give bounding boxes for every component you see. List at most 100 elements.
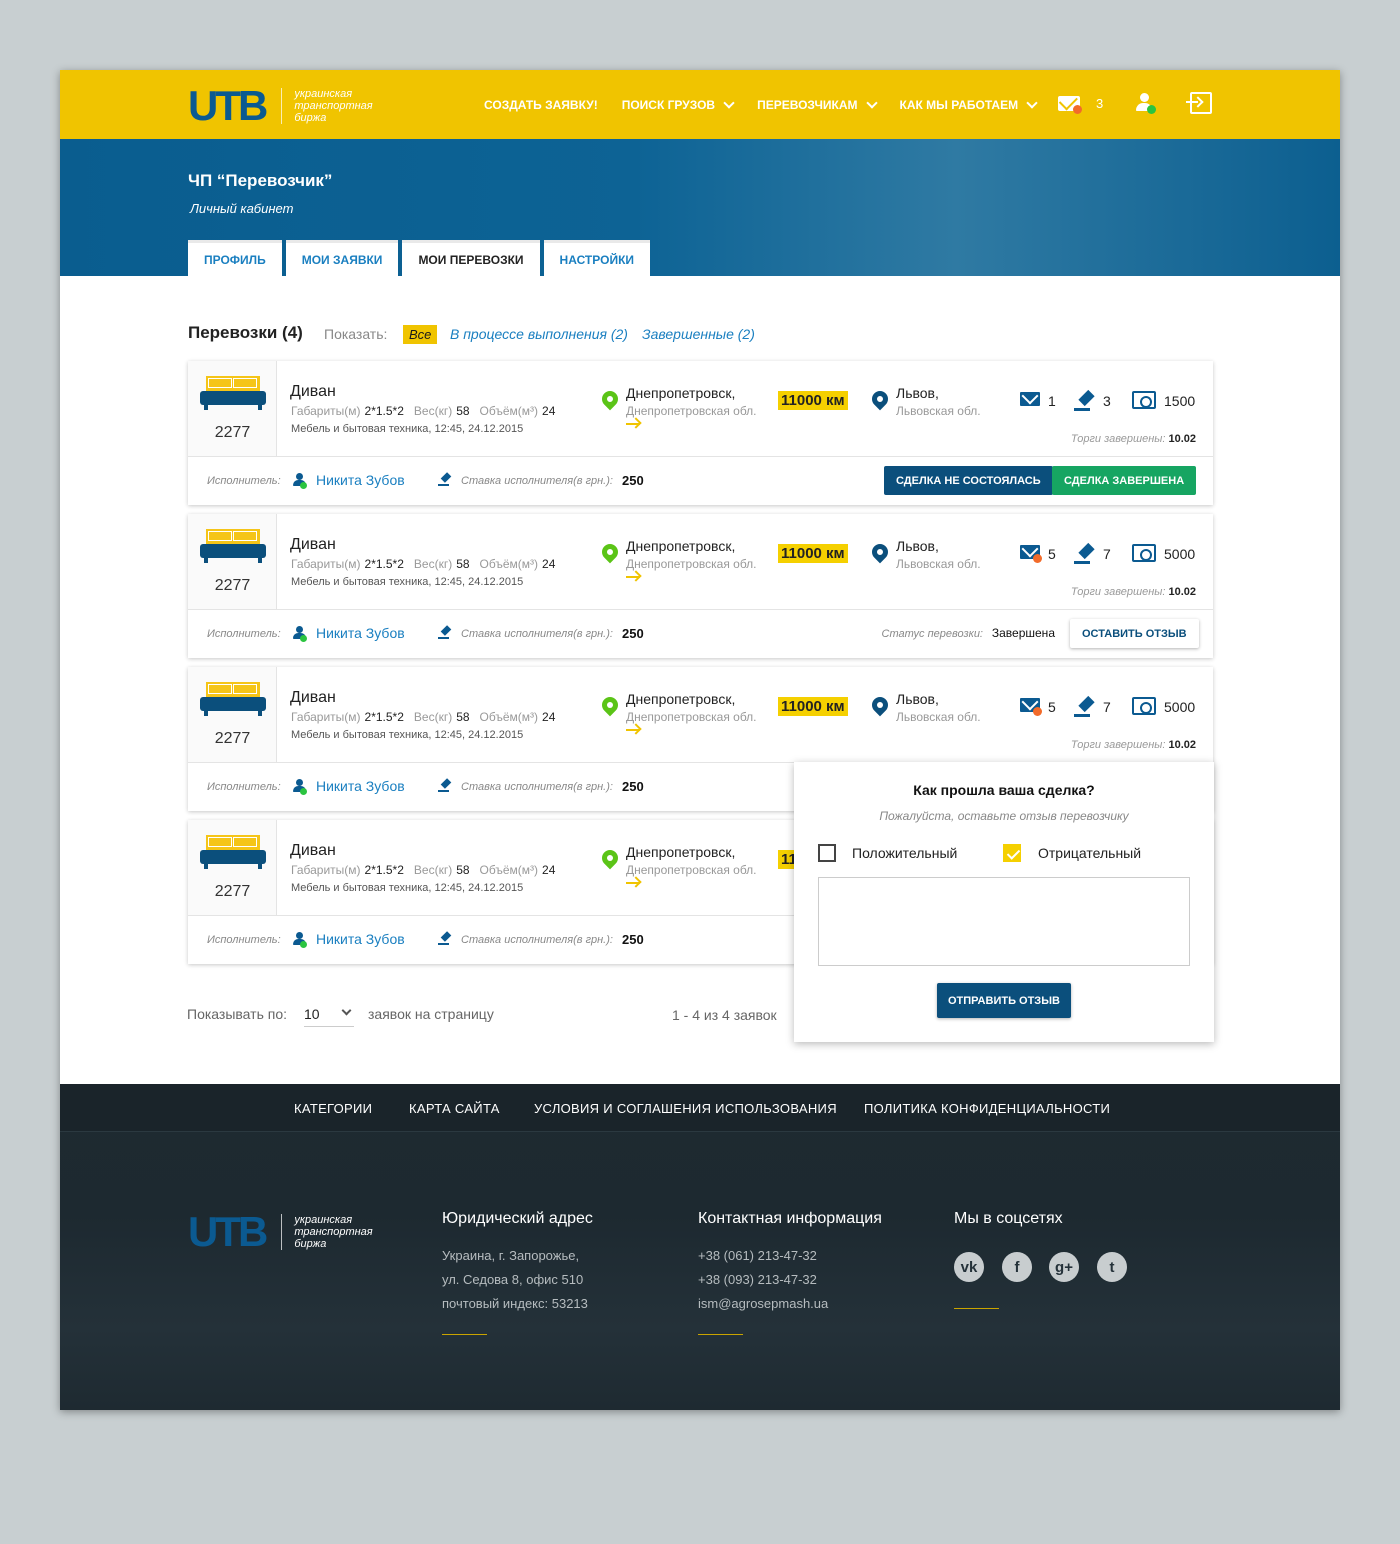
leave-review-button[interactable]: ОСТАВИТЬ ОТЗЫВ (1070, 619, 1199, 648)
negative-checkbox[interactable] (1003, 844, 1021, 862)
logo-text: украинская транспортная биржа (294, 88, 373, 124)
volume-value: 24 (542, 404, 556, 418)
logout-icon[interactable] (1186, 92, 1212, 114)
logo-text: украинская транспортная биржа (294, 1214, 373, 1250)
footer-link-privacy[interactable]: ПОЛИТИКА КОНФИДЕНЦИАЛЬНОСТИ (864, 1101, 1110, 1116)
nav-label: ПЕРЕВОЗЧИКАМ (757, 97, 858, 112)
facebook-icon[interactable]: f (1002, 1252, 1032, 1282)
destination-city: Львов, (896, 538, 939, 554)
footer-link-terms[interactable]: УСЛОВИЯ И СОГЛАШЕНИЯ ИСПОЛЬЗОВАНИЯ (534, 1101, 837, 1116)
hero-banner: ЧП “Перевозчик” Личный кабинет ПРОФИЛЬ М… (60, 139, 1340, 276)
nav-carriers[interactable]: ПЕРЕВОЗЧИКАМ (757, 96, 878, 112)
company-name: ЧП “Перевозчик” (188, 171, 333, 190)
executor-name[interactable]: Никита Зубов (316, 472, 405, 488)
online-status-dot (300, 941, 307, 948)
tab-profile[interactable]: ПРОФИЛЬ (188, 240, 282, 276)
dims-label: Габариты(м) (291, 710, 361, 724)
google-plus-icon[interactable]: g+ (1049, 1252, 1079, 1282)
destination-region: Львовская обл. (896, 557, 981, 571)
volume-label: Объём(м³) (479, 710, 539, 724)
executor-name[interactable]: Никита Зубов (316, 931, 405, 947)
origin-pin-icon (598, 540, 622, 564)
dims-value: 2*1.5*2 (364, 863, 404, 877)
phone-2[interactable]: +38 (093) 213-47-32 (698, 1272, 817, 1287)
destination-city: Львов, (896, 385, 939, 401)
cargo-specs: Габариты(м) 2*1.5*2 Вес(кг) 58 Объём(м³) 24 (291, 863, 565, 877)
positive-checkbox[interactable] (818, 844, 836, 862)
distance-badge: 11000 км (778, 391, 848, 410)
review-textarea[interactable] (818, 877, 1190, 966)
chevron-down-icon (341, 1005, 352, 1016)
status-value: Завершена (991, 626, 1055, 640)
footer-link-sitemap[interactable]: КАРТА САЙТА (409, 1101, 500, 1116)
arrow-right-icon (626, 882, 640, 884)
category-label: Мебель и бытовая техника (291, 729, 429, 741)
chevron-down-icon (1026, 96, 1038, 109)
account-tabs: ПРОФИЛЬ МОИ ЗАЯВКИ МОИ ПЕРЕВОЗКИ НАСТРОЙ… (188, 240, 654, 276)
main-nav: СОЗДАТЬ ЗАЯВКУ! ПОИСК ГРУЗОВ ПЕРЕВОЗЧИКА… (484, 70, 1060, 139)
arrow-right-icon (626, 576, 640, 578)
footer-nav: КАТЕГОРИИ КАРТА САЙТА УСЛОВИЯ И СОГЛАШЕН… (60, 1084, 1340, 1132)
submit-review-button[interactable]: ОТПРАВИТЬ ОТЗЫВ (937, 983, 1071, 1018)
bids-end-label: Торги завершены: (1070, 739, 1166, 751)
deal-completed-button[interactable]: СДЕЛКА ЗАВЕРШЕНА (1052, 466, 1197, 495)
vk-icon[interactable]: vk (954, 1252, 984, 1282)
cargo-datetime: , 12:45, 24.12.2015 (428, 423, 524, 435)
tab-settings[interactable]: НАСТРОЙКИ (543, 240, 651, 276)
rate-gavel-icon (438, 932, 452, 946)
weight-label: Вес(кг) (413, 557, 453, 571)
cargo-id: 2277 (214, 730, 251, 747)
rate-value: 250 (622, 626, 644, 641)
cargo-name: Диван (290, 536, 336, 553)
arrow-right-icon (626, 729, 640, 731)
cargo-name: Диван (290, 689, 336, 706)
filter-in-progress[interactable]: В процессе выполнения (2) (450, 326, 628, 342)
price-money-icon (1132, 544, 1156, 562)
notification-dot (1073, 105, 1082, 114)
weight-label: Вес(кг) (413, 863, 453, 877)
executor-label: Исполнитель: (207, 934, 281, 946)
filter-completed[interactable]: Завершенные (2) (642, 326, 755, 342)
messages-icon[interactable] (1020, 392, 1040, 406)
email-link[interactable]: ism@agrosepmash.ua (698, 1296, 828, 1311)
filter-all[interactable]: Все (403, 325, 438, 344)
tab-my-requests[interactable]: МОИ ЗАЯВКИ (285, 240, 399, 276)
nav-create-request[interactable]: СОЗДАТЬ ЗАЯВКУ! (484, 98, 598, 112)
mail-count: 3 (1096, 96, 1104, 111)
destination-pin-icon (868, 387, 892, 411)
nav-search-cargo[interactable]: ПОИСК ГРУЗОВ (622, 96, 735, 112)
twitter-icon[interactable]: t (1097, 1252, 1127, 1282)
footer-link-categories[interactable]: КАТЕГОРИИ (294, 1101, 372, 1116)
dims-value: 2*1.5*2 (364, 557, 404, 571)
logo-separator (281, 88, 283, 124)
top-header: UTB украинская транспортная биржа СОЗДАТ… (60, 70, 1340, 139)
weight-value: 58 (456, 863, 470, 877)
bids-count: 7 (1103, 546, 1111, 562)
weight-value: 58 (456, 404, 470, 418)
rate-label: Ставка исполнителя(в грн.): (461, 781, 613, 793)
volume-value: 24 (542, 557, 556, 571)
page-frame: UTB украинская транспортная биржа СОЗДАТ… (60, 70, 1340, 1410)
tab-my-shipments[interactable]: МОИ ПЕРЕВОЗКИ (402, 240, 540, 276)
origin-pin-icon (598, 693, 622, 717)
weight-label: Вес(кг) (413, 404, 453, 418)
executor-name[interactable]: Никита Зубов (316, 778, 405, 794)
dims-label: Габариты(м) (291, 863, 361, 877)
origin-region: Днепропетровская обл. (626, 863, 757, 877)
card-footer: Исполнитель: Никита Зубов Ставка исполните… (188, 456, 1213, 505)
per-page-select[interactable]: 10 (304, 999, 354, 1027)
arrow-right-icon (626, 423, 640, 425)
pager-suffix: заявок на страницу (368, 1006, 494, 1022)
site-logo[interactable]: UTB украинская транспортная биржа (188, 85, 384, 127)
footer-logo[interactable]: UTB украинская транспортная биржа (188, 1211, 384, 1253)
price-value: 1500 (1164, 393, 1196, 409)
nav-how-we-work[interactable]: КАК МЫ РАБОТАЕМ (900, 96, 1038, 112)
executor-label: Исполнитель: (207, 781, 281, 793)
destination-city: Львов, (896, 691, 939, 707)
executor-name[interactable]: Никита Зубов (316, 625, 405, 641)
rate-gavel-icon (438, 473, 452, 487)
notification-dot (1033, 707, 1042, 716)
rate-gavel-icon (438, 626, 452, 640)
phone-1[interactable]: +38 (061) 213-47-32 (698, 1248, 817, 1263)
deal-failed-button[interactable]: СДЕЛКА НЕ СОСТОЯЛАСЬ (884, 466, 1053, 495)
